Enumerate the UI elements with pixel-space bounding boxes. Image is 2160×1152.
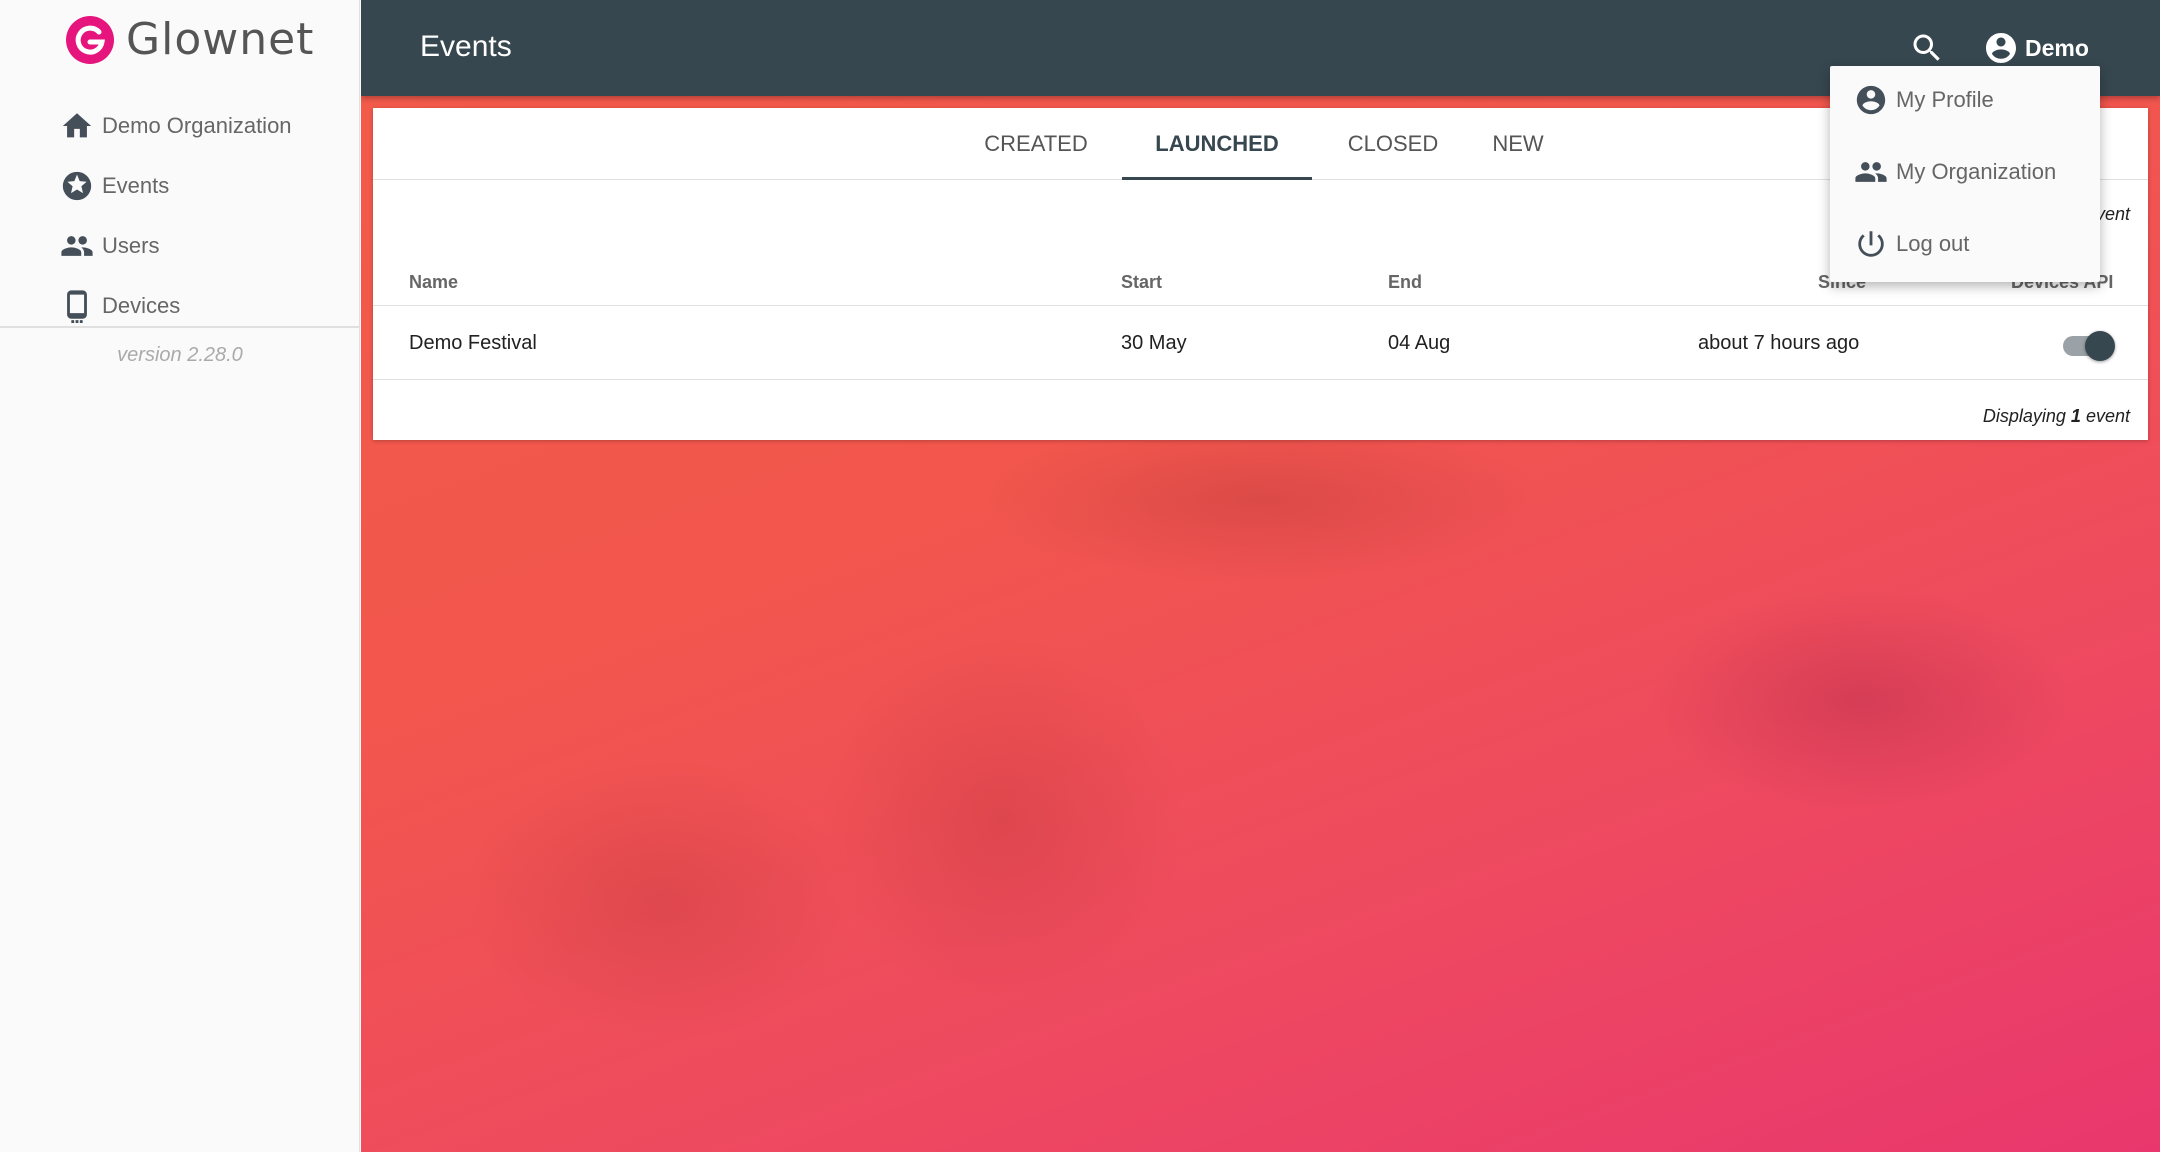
tab-launched[interactable]: LAUNCHED (1122, 108, 1312, 180)
sidebar-item-demo-organization[interactable]: Demo Organization (0, 96, 360, 156)
menu-item-my-organization[interactable]: My Organization (1830, 142, 2100, 202)
brand-name: Glownet (126, 14, 315, 65)
toggle-thumb (2085, 331, 2115, 361)
event-start: 30 May (1121, 332, 1187, 354)
glownet-logo[interactable]: Glownet (66, 14, 314, 65)
column-header-name[interactable]: Name (409, 272, 458, 293)
menu-item-my-profile[interactable]: My Profile (1830, 70, 2100, 130)
event-since: about 7 hours ago (1698, 332, 1860, 354)
event-end: 04 Aug (1388, 332, 1451, 354)
phone-icon (67, 290, 87, 323)
tab-created[interactable]: CREATED (973, 108, 1099, 180)
sidebar-item-label: Demo Organization (102, 113, 292, 138)
glownet-logo-icon (66, 15, 114, 64)
tab-closed[interactable]: CLOSED (1328, 108, 1458, 180)
event-count-bottom: Displaying 1 event (1983, 406, 2130, 427)
menu-item-label: Log out (1896, 231, 1970, 256)
sidebar-item-label: Users (102, 233, 160, 258)
user-name: Demo (2025, 34, 2089, 61)
page-title: Events (420, 30, 512, 63)
sidebar: Glownet Demo Organization Events Users D… (0, 0, 360, 1152)
sidebar-divider (0, 326, 360, 328)
sidebar-item-users[interactable]: Users (0, 216, 360, 276)
column-header-start[interactable]: Start (1121, 272, 1162, 293)
search-button[interactable] (1909, 30, 1945, 66)
star-icon (62, 171, 92, 201)
home-icon (62, 113, 92, 138)
devices-api-toggle[interactable] (2061, 328, 2117, 361)
menu-item-label: My Profile (1896, 87, 1994, 112)
sidebar-item-label: Devices (102, 293, 181, 318)
app-version: version 2.28.0 (117, 344, 243, 366)
sidebar-item-events[interactable]: Events (0, 156, 360, 216)
user-dropdown-menu: My Profile My Organization Log out (1830, 66, 2100, 282)
sidebar-nav: Demo Organization Events Users Devices (0, 96, 360, 336)
menu-item-log-out[interactable]: Log out (1830, 214, 2100, 274)
group-icon (1855, 162, 1887, 182)
users-icon (61, 236, 93, 256)
tab-new[interactable]: NEW (1473, 108, 1563, 180)
sidebar-item-label: Events (102, 173, 170, 198)
table-row[interactable]: Demo Festival 30 May 04 Aug about 7 hour… (373, 306, 2148, 380)
event-count-value: 1 (2070, 406, 2081, 426)
user-menu-button[interactable]: Demo (1983, 30, 2089, 66)
search-icon (1913, 34, 1940, 61)
event-count-suffix: event (2085, 406, 2130, 426)
menu-item-label: My Organization (1896, 159, 2057, 184)
power-icon (1858, 231, 1884, 257)
account-circle-icon (1986, 33, 2016, 63)
event-count-prefix: Displaying (1982, 406, 2066, 426)
event-name[interactable]: Demo Festival (409, 332, 537, 355)
account-circle-icon (1856, 85, 1886, 115)
column-header-end[interactable]: End (1388, 272, 1422, 293)
